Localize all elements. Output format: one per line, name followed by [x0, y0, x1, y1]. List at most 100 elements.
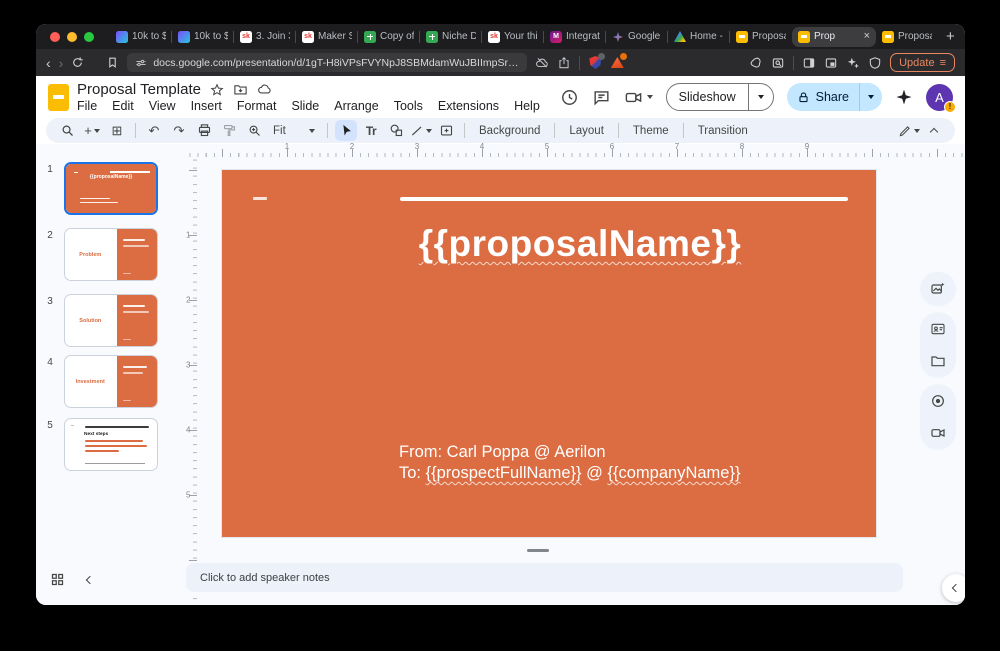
undo-icon[interactable]: ↶ [143, 120, 165, 141]
move-folder-icon[interactable] [233, 82, 248, 97]
slide-thumbnail-4[interactable]: Investment [64, 355, 158, 408]
browser-tab[interactable]: skYour thi [482, 27, 544, 47]
reload-button[interactable] [71, 56, 84, 69]
version-history-icon[interactable] [560, 88, 579, 107]
privacy-shield-icon[interactable] [868, 56, 882, 70]
browser-tab-active[interactable]: Prop× [792, 27, 876, 47]
close-tab-icon[interactable]: × [864, 31, 870, 42]
print-icon[interactable] [193, 120, 215, 141]
browser-tab[interactable]: 10k to $1 [110, 27, 172, 47]
mountain-extension-icon[interactable] [610, 56, 624, 70]
comments-icon[interactable] [592, 88, 611, 107]
collapse-toolbar-icon[interactable] [923, 120, 945, 141]
image-sparkle-icon[interactable] [930, 281, 946, 297]
browser-tab[interactable]: Proposal [876, 27, 938, 47]
shapes-tool-icon[interactable] [385, 120, 407, 141]
speaker-notes[interactable]: Click to add speaker notes [186, 563, 903, 592]
zoom-icon[interactable] [243, 120, 265, 141]
slide-thumbnail-3[interactable]: Solution [64, 294, 158, 347]
menu-slide[interactable]: Slide [291, 99, 319, 113]
side-panel-icon[interactable] [802, 56, 816, 70]
menu-extensions[interactable]: Extensions [438, 99, 499, 113]
slide-fromto-text[interactable]: From: Carl Poppa @ Aerilon To: {{prospec… [399, 442, 740, 484]
cloud-status-icon[interactable] [257, 82, 272, 97]
share-button[interactable]: Share [787, 83, 859, 111]
menu-edit[interactable]: Edit [112, 99, 134, 113]
browser-tab[interactable]: Proposal [730, 27, 792, 47]
zoom-window-button[interactable] [84, 32, 94, 42]
gemini-spark-icon[interactable] [895, 88, 913, 106]
record-icon[interactable] [930, 393, 946, 409]
chevron-down-icon[interactable] [647, 95, 653, 99]
add-slide-icon[interactable]: ⊞ [106, 120, 128, 141]
menu-view[interactable]: View [149, 99, 176, 113]
extension-blob-icon[interactable] [749, 56, 763, 70]
close-window-button[interactable] [50, 32, 60, 42]
menu-insert[interactable]: Insert [191, 99, 222, 113]
select-tool-icon[interactable] [335, 120, 357, 141]
new-slide-button[interactable]: + [81, 120, 103, 141]
browser-tab[interactable]: Niche Di [420, 27, 482, 47]
update-browser-button[interactable]: Update≡ [890, 53, 955, 72]
url-text[interactable]: docs.google.com/presentation/d/1gT-H8iVP… [153, 57, 519, 69]
browser-tab[interactable]: 10k to $1 [172, 27, 234, 47]
avatar[interactable]: A! [926, 84, 953, 111]
slide-thumbnail-5[interactable]: Next steps [64, 418, 158, 471]
video-camera-icon[interactable] [930, 425, 946, 441]
folder-icon[interactable] [930, 353, 946, 369]
share-dropdown[interactable] [859, 83, 882, 111]
browser-tab[interactable]: sk3. Join 3 [234, 27, 296, 47]
insert-placeholder-icon[interactable] [435, 120, 457, 141]
chevron-down-icon[interactable] [94, 129, 100, 133]
layout-button[interactable]: Layout [562, 125, 611, 137]
collapse-filmstrip-icon[interactable] [87, 570, 93, 588]
star-icon[interactable] [210, 83, 224, 97]
sparkle-plus-icon[interactable] [846, 56, 860, 70]
menu-format[interactable]: Format [237, 99, 277, 113]
menu-file[interactable]: File [77, 99, 97, 113]
redo-icon[interactable]: ↷ [168, 120, 190, 141]
document-title[interactable]: Proposal Template [77, 81, 201, 98]
pen-tool-icon[interactable] [898, 120, 920, 141]
site-settings-icon[interactable] [135, 57, 147, 69]
zoom-select[interactable]: Fit [268, 120, 320, 141]
chevron-down-icon[interactable] [914, 129, 920, 133]
share-page-icon[interactable] [557, 56, 571, 70]
slideshow-button[interactable]: Slideshow [667, 84, 748, 110]
slides-logo-icon[interactable] [48, 84, 69, 111]
collapse-panel-button[interactable] [942, 574, 965, 602]
browser-tab[interactable]: Home - G [668, 27, 730, 47]
slide-thumbnail-1[interactable]: {{proposalName}} [64, 162, 158, 215]
bookmark-icon[interactable] [106, 56, 119, 69]
back-button[interactable]: ‹ [46, 56, 51, 70]
menu-arrange[interactable]: Arrange [334, 99, 378, 113]
theme-button[interactable]: Theme [626, 125, 676, 137]
notes-resize-handle[interactable] [527, 549, 549, 552]
menu-help[interactable]: Help [514, 99, 540, 113]
chevron-down-icon[interactable] [426, 129, 432, 133]
background-button[interactable]: Background [472, 125, 547, 137]
browser-tab[interactable]: MIntegrati [544, 27, 606, 47]
transition-button[interactable]: Transition [691, 125, 755, 137]
paint-format-icon[interactable] [218, 120, 240, 141]
grid-view-icon[interactable] [50, 572, 65, 587]
line-tool-icon[interactable] [410, 120, 432, 141]
new-tab-button[interactable]: + [946, 28, 955, 45]
meet-camera-icon[interactable] [624, 88, 653, 107]
tab-search-icon[interactable] [771, 56, 785, 70]
minimize-window-button[interactable] [67, 32, 77, 42]
browser-tab[interactable]: Google G [606, 27, 668, 47]
browser-tab[interactable]: skMaker Sc [296, 27, 358, 47]
slideshow-dropdown[interactable] [748, 84, 773, 110]
slide-thumbnail-2[interactable]: Problem [64, 228, 158, 281]
slide-editor-surface[interactable]: {{proposalName}} From: Carl Poppa @ Aeri… [222, 170, 876, 537]
menu-tools[interactable]: Tools [394, 99, 423, 113]
search-menus-icon[interactable] [56, 120, 78, 141]
browser-tab[interactable]: Copy of [358, 27, 420, 47]
slide-title-text[interactable]: {{proposalName}} [356, 223, 804, 265]
url-bar[interactable]: docs.google.com/presentation/d/1gT-H8iVP… [127, 53, 527, 72]
offline-cloud-icon[interactable] [535, 56, 549, 70]
shield-extension-icon[interactable] [588, 56, 602, 70]
picture-in-picture-icon[interactable] [824, 56, 838, 70]
contacts-card-icon[interactable] [930, 321, 946, 337]
